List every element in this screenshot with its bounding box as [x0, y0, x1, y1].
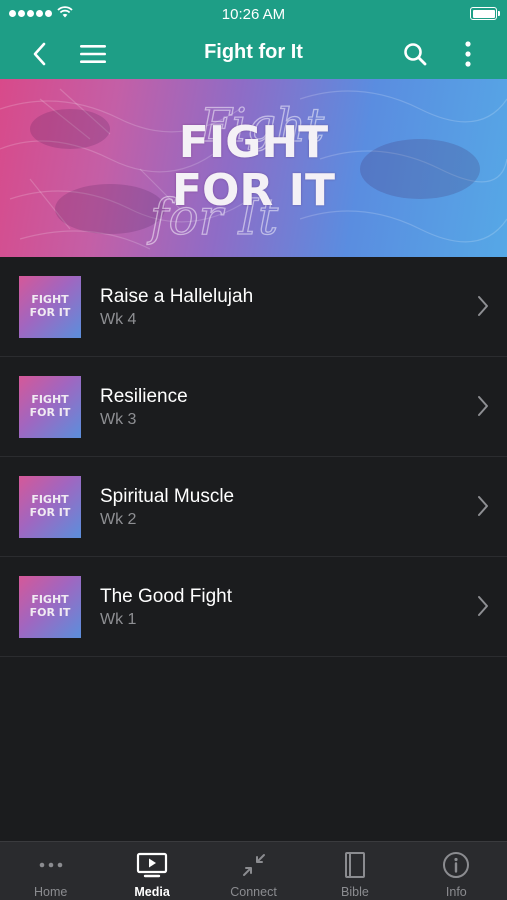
tab-connect[interactable]: Connect — [203, 842, 304, 900]
search-button[interactable] — [398, 28, 432, 79]
chevron-right-icon — [478, 396, 488, 416]
hamburger-menu-icon — [80, 44, 106, 63]
list-item[interactable]: FIGHT FOR IT Raise a Hallelujah Wk 4 — [0, 257, 507, 357]
episode-subtitle: Wk 4 — [100, 311, 137, 328]
tab-label: Media — [134, 885, 170, 899]
status-bar: 10:26 AM — [0, 0, 507, 28]
more-options-button[interactable] — [455, 28, 481, 79]
tv-play-icon — [137, 852, 168, 878]
book-icon — [344, 852, 365, 878]
episode-subtitle: Wk 2 — [100, 511, 137, 528]
battery-icon — [470, 7, 500, 20]
tab-label: Connect — [230, 885, 277, 899]
arrows-inward-icon — [242, 854, 265, 876]
chevron-right-icon — [478, 296, 488, 316]
series-banner: Fight for It FIGHT FOR IT — [0, 79, 507, 257]
search-icon — [404, 42, 427, 65]
episode-thumbnail: FIGHT FOR IT — [19, 376, 81, 438]
vertical-dots-icon — [465, 40, 471, 67]
tab-bible[interactable]: Bible — [304, 842, 405, 900]
menu-button[interactable] — [76, 28, 110, 79]
episode-title: Spiritual Muscle — [100, 486, 235, 507]
list-item[interactable]: FIGHT FOR IT The Good Fight Wk 1 — [0, 557, 507, 657]
tab-label: Home — [34, 885, 68, 899]
tab-label: Bible — [341, 885, 369, 899]
more-dots-icon — [39, 862, 63, 868]
back-button[interactable] — [22, 28, 56, 79]
episode-title: Raise a Hallelujah — [100, 286, 254, 307]
episode-thumbnail: FIGHT FOR IT — [19, 276, 81, 338]
navigation-bar: Fight for It — [0, 28, 507, 79]
banner-title-line1: FIGHT — [178, 117, 329, 168]
episode-subtitle: Wk 1 — [100, 611, 137, 628]
tab-bar: Home Media Connect Bible Info — [0, 841, 507, 900]
episode-thumbnail: FIGHT FOR IT — [19, 476, 81, 538]
tab-media[interactable]: Media — [101, 842, 202, 900]
episode-title: The Good Fight — [100, 586, 233, 607]
episode-list: FIGHT FOR IT Raise a Hallelujah Wk 4 FIG… — [0, 257, 507, 657]
list-item[interactable]: FIGHT FOR IT Spiritual Muscle Wk 2 — [0, 457, 507, 557]
episode-thumbnail: FIGHT FOR IT — [19, 576, 81, 638]
episode-title: Resilience — [100, 386, 188, 407]
tab-home[interactable]: Home — [0, 842, 101, 900]
list-item[interactable]: FIGHT FOR IT Resilience Wk 3 — [0, 357, 507, 457]
banner-title: FIGHT FOR IT — [0, 119, 507, 215]
info-icon — [443, 852, 470, 878]
chevron-right-icon — [478, 596, 488, 616]
status-time: 10:26 AM — [221, 6, 286, 23]
tab-info[interactable]: Info — [406, 842, 507, 900]
banner-title-line2: FOR IT — [171, 165, 336, 216]
chevron-left-icon — [33, 42, 46, 65]
tab-label: Info — [445, 885, 467, 899]
episode-subtitle: Wk 3 — [100, 411, 137, 428]
chevron-right-icon — [478, 496, 488, 516]
